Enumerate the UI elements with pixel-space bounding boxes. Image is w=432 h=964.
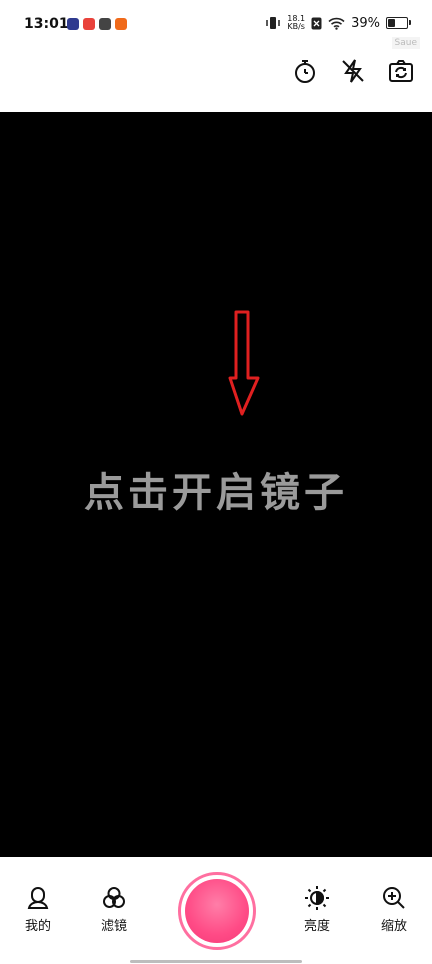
flash-off-icon bbox=[342, 59, 364, 83]
open-mirror-hint[interactable]: 点击开启镜子 bbox=[0, 460, 432, 518]
nav-brightness-label: 亮度 bbox=[303, 919, 330, 934]
sim-off-icon bbox=[311, 17, 322, 29]
mirror-preview[interactable]: 点击开启镜子 bbox=[0, 112, 432, 857]
network-speed-unit: KB/s bbox=[287, 22, 305, 31]
watermark: Saue bbox=[391, 37, 420, 49]
nav-mine-label: 我的 bbox=[24, 919, 51, 934]
zoom-in-icon bbox=[383, 887, 405, 909]
app-notification-icon bbox=[67, 18, 79, 30]
app-notification-icon bbox=[83, 18, 95, 30]
notification-app-icons bbox=[67, 18, 127, 30]
battery-level-fill bbox=[388, 19, 395, 27]
switch-camera-button[interactable] bbox=[388, 58, 414, 84]
status-time: 13:01 bbox=[24, 16, 69, 32]
user-icon bbox=[27, 886, 49, 909]
filter-icon bbox=[103, 887, 125, 908]
timer-button[interactable] bbox=[292, 58, 318, 84]
nav-filter[interactable]: 滤镜 bbox=[84, 885, 144, 934]
shutter-button[interactable] bbox=[178, 872, 256, 950]
camera-switch-icon bbox=[389, 60, 413, 82]
down-arrow-icon bbox=[228, 310, 260, 416]
flash-button[interactable] bbox=[340, 58, 366, 84]
brightness-icon bbox=[305, 886, 329, 910]
battery-icon bbox=[386, 17, 411, 29]
vibrate-icon bbox=[266, 17, 281, 29]
nav-mine[interactable]: 我的 bbox=[8, 885, 68, 934]
home-indicator[interactable] bbox=[130, 960, 302, 963]
nav-filter-label: 滤镜 bbox=[100, 919, 127, 934]
app-notification-icon bbox=[99, 18, 111, 30]
battery-percent: 39% bbox=[351, 15, 380, 31]
network-speed: 18.1 KB/s bbox=[287, 15, 305, 31]
shutter-inner bbox=[185, 879, 249, 943]
app-notification-icon bbox=[115, 18, 127, 30]
nav-zoom[interactable]: 缩放 bbox=[364, 885, 424, 934]
bottom-nav: 我的 滤镜 亮度 缩放 bbox=[0, 857, 432, 964]
camera-toolbar bbox=[292, 58, 414, 84]
nav-zoom-label: 缩放 bbox=[380, 919, 407, 934]
timer-icon bbox=[295, 60, 315, 83]
nav-brightness[interactable]: 亮度 bbox=[287, 885, 347, 934]
status-bar: 13:01 18.1 KB/s 39% Saue bbox=[0, 0, 432, 50]
status-indicators: 18.1 KB/s 39% bbox=[265, 15, 411, 31]
wifi-icon bbox=[328, 17, 345, 30]
